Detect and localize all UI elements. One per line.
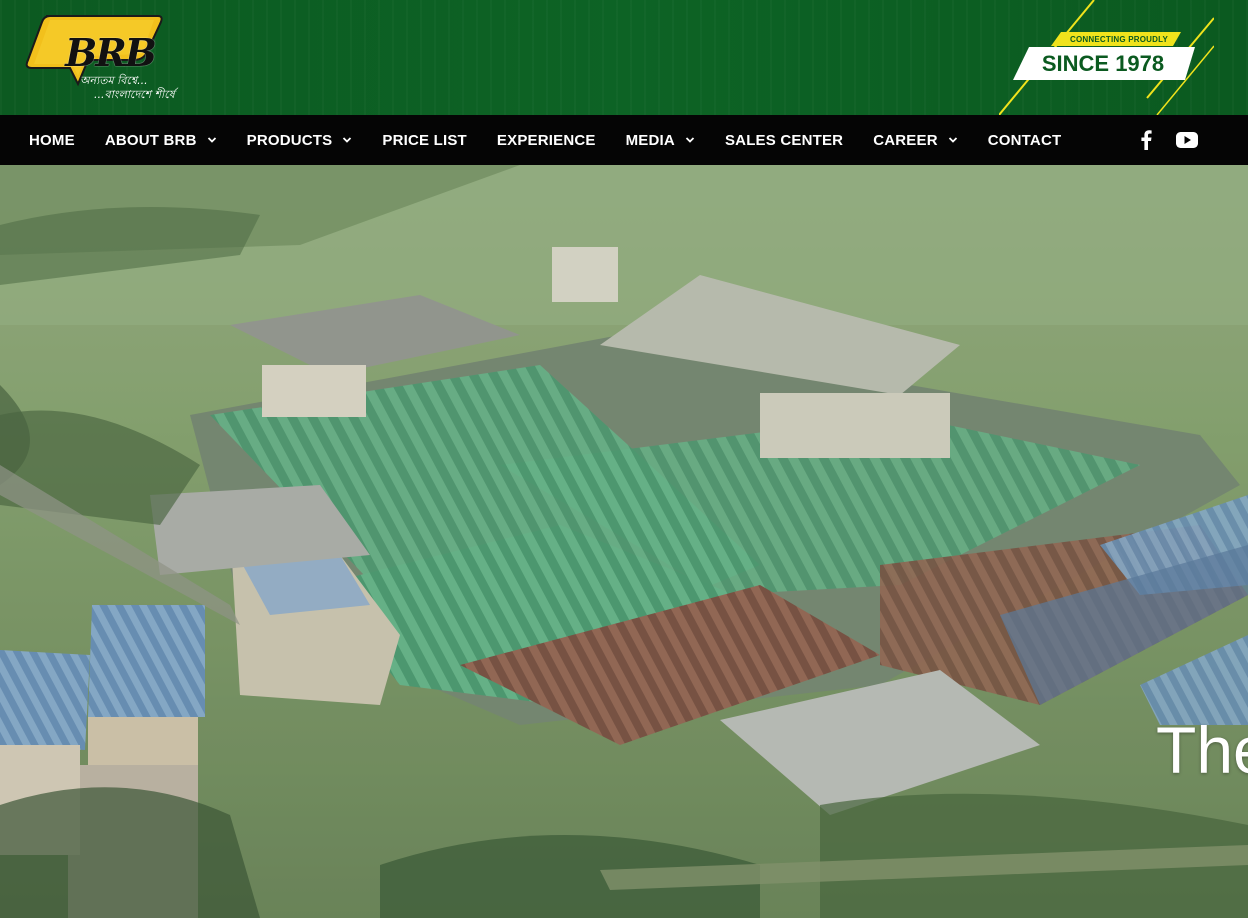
nav-item-price-list[interactable]: PRICE LIST bbox=[367, 115, 482, 165]
nav-item-home[interactable]: HOME bbox=[14, 115, 90, 165]
chevron-down-icon bbox=[207, 137, 216, 143]
badge-tagline: CONNECTING PROUDLY bbox=[1070, 35, 1168, 44]
brb-logo[interactable]: BRB অন্যতম বিশ্বে... ...বাংলাদেশে শীর্ষে bbox=[24, 14, 184, 104]
nav-item-label: HOME bbox=[29, 131, 75, 149]
nav-item-label: EXPERIENCE bbox=[496, 131, 596, 149]
nav-item-label: PRICE LIST bbox=[382, 131, 467, 149]
youtube-icon[interactable] bbox=[1176, 132, 1198, 148]
chevron-down-icon bbox=[685, 137, 695, 143]
top-header: BRB অন্যতম বিশ্বে... ...বাংলাদেশে শীর্ষে… bbox=[0, 0, 1248, 115]
since-1978-badge: CONNECTING PROUDLY SINCE 1978 bbox=[999, 0, 1214, 115]
nav-item-label: CAREER bbox=[873, 131, 938, 149]
nav-item-label: ABOUT BRB bbox=[104, 131, 197, 149]
nav-item-label: SALES CENTER bbox=[724, 131, 844, 149]
logo-tagline-2: ...বাংলাদেশে শীর্ষে bbox=[94, 88, 175, 101]
social-links bbox=[1140, 115, 1198, 165]
chevron-down-icon bbox=[948, 137, 957, 143]
nav-item-products[interactable]: PRODUCTS bbox=[232, 115, 368, 165]
nav-item-label: CONTACT bbox=[987, 131, 1062, 149]
facebook-icon[interactable] bbox=[1140, 130, 1152, 150]
nav-item-sales-center[interactable]: SALES CENTER bbox=[710, 115, 858, 165]
nav-item-label: MEDIA bbox=[625, 131, 675, 149]
nav-item-career[interactable]: CAREER bbox=[858, 115, 973, 165]
nav-item-media[interactable]: MEDIA bbox=[611, 115, 710, 165]
hero-banner: The bbox=[0, 165, 1248, 918]
nav-item-contact[interactable]: CONTACT bbox=[973, 115, 1077, 165]
badge-since: SINCE 1978 bbox=[1041, 51, 1165, 76]
main-nav: HOME ABOUT BRB PRODUCTS PRICE LIST EXPERIENC… bbox=[0, 115, 1248, 165]
nav-menu: HOME ABOUT BRB PRODUCTS PRICE LIST EXPERIENC… bbox=[0, 115, 1076, 165]
logo-text: BRB bbox=[65, 30, 157, 75]
factory-aerial-image bbox=[0, 165, 1248, 918]
nav-item-label: PRODUCTS bbox=[246, 131, 333, 149]
nav-item-experience[interactable]: EXPERIENCE bbox=[482, 115, 611, 165]
hero-heading: The bbox=[1156, 713, 1248, 787]
chevron-down-icon bbox=[343, 137, 352, 143]
nav-item-about-brb[interactable]: ABOUT BRB bbox=[90, 115, 232, 165]
